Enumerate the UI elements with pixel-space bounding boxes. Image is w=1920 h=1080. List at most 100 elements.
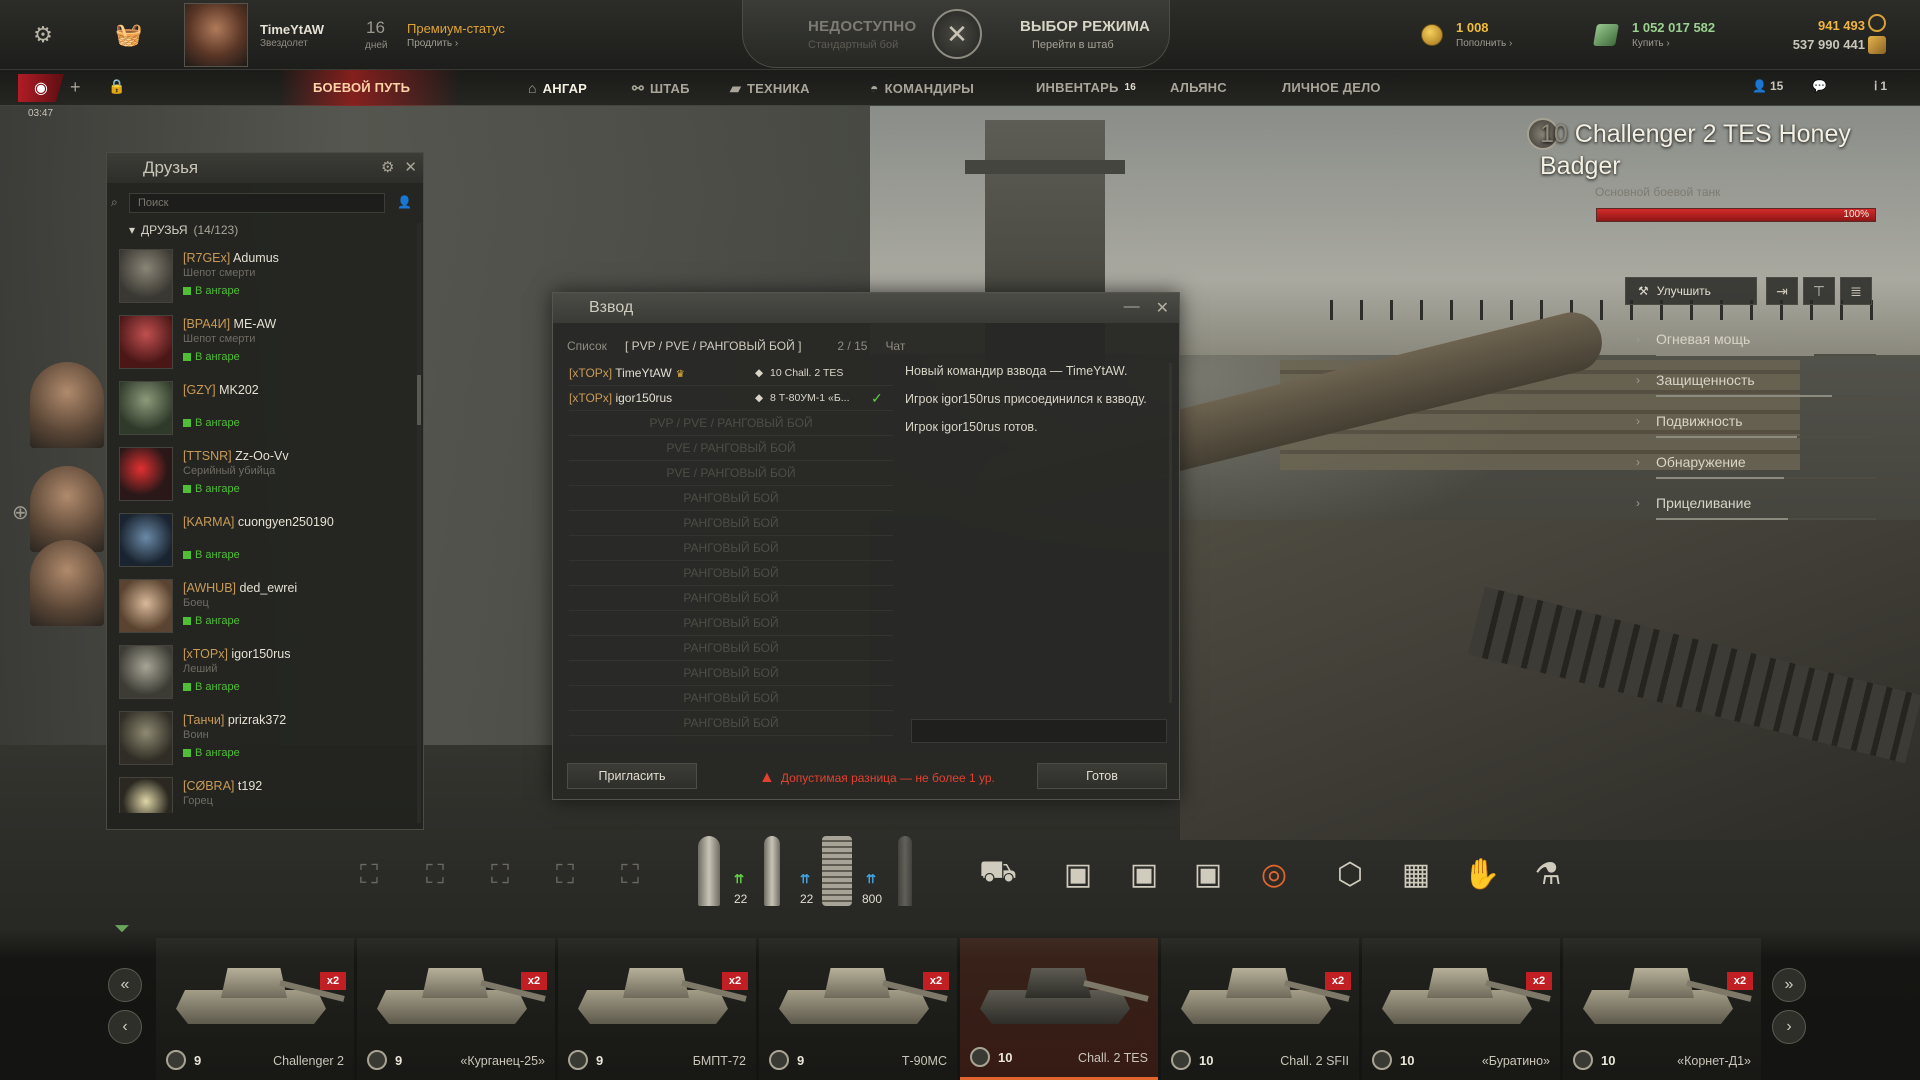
friend-row[interactable]: [TTSNR] Zz-Oo-Vv Серийный убийца В ангар… — [117, 443, 417, 509]
friend-row[interactable]: [R7GEx] Adumus Шепот смерти В ангаре — [117, 245, 417, 311]
target-icon[interactable]: ◎ — [1252, 852, 1296, 896]
empty-slot[interactable]: РАНГОВЫЙ БОЙ — [569, 486, 893, 511]
carousel-start-arrow[interactable]: « — [108, 968, 142, 1002]
mode-select-button[interactable]: ВЫБОР РЕЖИМА — [1020, 18, 1150, 35]
vehicle-card[interactable]: x2 10 «Корнет-Д1» — [1563, 938, 1761, 1080]
nav-hangar[interactable]: ⌂ АНГАР — [528, 80, 587, 96]
friend-row[interactable]: [ВРА4И] ME-AW Шепот смерти В ангаре — [117, 311, 417, 377]
details-button[interactable]: ≣ — [1840, 277, 1872, 305]
module-slot-icon[interactable]: ⛶ — [483, 858, 517, 892]
friend-row[interactable]: [CØBRA] t192 Горец — [117, 773, 417, 813]
add-friend-icon[interactable]: 👤 — [397, 195, 412, 209]
platoon-member-row[interactable]: [xTOPx] igor150rus ◆ 8 Т-80УМ-1 «Б... ✓ — [569, 386, 893, 411]
equipment-box-icon[interactable]: ▣ — [1056, 852, 1100, 896]
param-aiming[interactable]: › Прицеливание — [1636, 495, 1876, 511]
crew-commander-portrait[interactable] — [30, 362, 104, 448]
empty-slot[interactable]: РАНГОВЫЙ БОЙ — [569, 686, 893, 711]
module-slot-icon[interactable]: ⛶ — [418, 858, 452, 892]
shell-icon[interactable] — [698, 836, 720, 906]
platoon-header[interactable]: Взвод — ✕ — [553, 293, 1179, 323]
empty-slot[interactable]: РАНГОВЫЙ БОЙ — [569, 561, 893, 586]
vehicle-card[interactable]: x2 9 БМПТ-72 — [558, 938, 756, 1080]
empty-slot[interactable]: РАНГОВЫЙ БОЙ — [569, 611, 893, 636]
friend-row[interactable]: [KARMA] cuongyen250190 В ангаре — [117, 509, 417, 575]
friends-search-input[interactable]: Поиск — [129, 193, 385, 213]
vehicle-card[interactable]: x2 9 Т-90МС — [759, 938, 957, 1080]
vehicle-card[interactable]: x2 10 Chall. 2 SFII — [1161, 938, 1359, 1080]
premium-status[interactable]: Премиум-статус — [407, 21, 505, 36]
nav-profile[interactable]: ЛИЧНОЕ ДЕЛО — [1282, 80, 1381, 95]
friend-row[interactable]: [AWHUB] ded_ewrei Боец В ангаре — [117, 575, 417, 641]
nav-alliance[interactable]: АЛЬЯНС — [1170, 80, 1227, 95]
empty-slot[interactable]: PVE / РАНГОВЫЙ БОЙ — [569, 436, 893, 461]
platoon-member-row[interactable]: [xTOPx] TimeYtAW ♛ ◆ 10 Chall. 2 TES — [569, 361, 893, 386]
friends-counter-button[interactable]: 👤 15 — [1752, 79, 1783, 93]
module-slot-icon[interactable]: ⛶ — [613, 858, 647, 892]
close-icon[interactable]: ✕ — [1156, 298, 1169, 318]
mg-belt-icon[interactable] — [822, 836, 852, 906]
carousel-next-arrow[interactable]: › — [1772, 1010, 1806, 1044]
module-slot-icon[interactable]: ⛶ — [352, 858, 386, 892]
scroll-thumb[interactable] — [417, 375, 421, 425]
shop-basket-icon[interactable]: 🧺 — [114, 20, 144, 50]
carousel-prev-arrow[interactable]: ‹ — [108, 1010, 142, 1044]
empty-slot[interactable]: РАНГОВЫЙ БОЙ — [569, 661, 893, 686]
empty-slot[interactable]: РАНГОВЫЙ БОЙ — [569, 511, 893, 536]
param-protection[interactable]: › Защищенность — [1636, 372, 1876, 388]
player-avatar[interactable] — [184, 3, 248, 67]
nav-battle-pass[interactable]: БОЕВОЙ ПУТЬ — [313, 80, 410, 95]
module-slot-icon[interactable]: ⛶ — [548, 858, 582, 892]
equipment-box-icon[interactable]: ▣ — [1122, 852, 1166, 896]
empty-slot[interactable]: PVP / PVE / РАНГОВЫЙ БОЙ — [569, 411, 893, 436]
friend-row[interactable]: [GZY] MK202 В ангаре — [117, 377, 417, 443]
empty-slot[interactable]: РАНГОВЫЙ БОЙ — [569, 586, 893, 611]
fire-extinguisher-icon[interactable]: ⚗ — [1526, 852, 1570, 896]
nav-inventory[interactable]: ИНВЕНТАРЬ 16 — [1036, 80, 1136, 95]
chat-scrollbar[interactable] — [1169, 363, 1172, 703]
crew-driver-portrait[interactable] — [30, 540, 104, 626]
chat-input[interactable] — [911, 719, 1167, 743]
param-firepower[interactable]: › Огневая мощь — [1636, 331, 1876, 347]
empty-slot[interactable]: РАНГОВЫЙ БОЙ — [569, 536, 893, 561]
tab-chat[interactable]: Чат — [885, 339, 905, 353]
minimize-icon[interactable]: — — [1124, 298, 1140, 318]
friend-row[interactable]: [Танчи] prizrak372 Воин В ангаре — [117, 707, 417, 773]
empty-slot[interactable]: PVE / РАНГОВЫЙ БОЙ — [569, 461, 893, 486]
nav-tech[interactable]: ▰ ТЕХНИКА — [730, 80, 810, 97]
chat-button[interactable]: 💬 — [1812, 79, 1827, 93]
nav-commanders[interactable]: ◓ КОМАНДИРЫ — [870, 80, 974, 96]
equipment-box-icon[interactable]: ▣ — [1186, 852, 1230, 896]
param-mobility[interactable]: › Подвижность — [1636, 413, 1876, 429]
tank-upgrade-icon[interactable]: ⛟ — [976, 852, 1020, 896]
ammo-crate-icon[interactable]: ▦ — [1394, 852, 1438, 896]
battle-button[interactable]: ✕ — [932, 9, 982, 59]
nav-hq[interactable]: ⚯ ШТАБ — [632, 80, 690, 97]
gold-topup-link[interactable]: Пополнить › — [1456, 38, 1512, 49]
empty-shell-icon[interactable] — [898, 836, 912, 906]
notice-button[interactable]: ⅰ1 — [1874, 79, 1887, 93]
invite-button[interactable]: Пригласить — [567, 763, 697, 789]
vehicle-card-selected[interactable]: 10 Chall. 2 TES — [960, 938, 1158, 1080]
player-name[interactable]: TimeYtAW — [260, 22, 324, 37]
vehicle-card[interactable]: x2 10 «Буратино» — [1362, 938, 1560, 1080]
tab-list[interactable]: Список — [567, 339, 607, 353]
platoon-mode[interactable]: [ PVP / PVE / РАНГОВЫЙ БОЙ ] — [625, 339, 801, 353]
friends-settings-gear-icon[interactable]: ⚙ — [381, 158, 394, 176]
empty-slot[interactable]: РАНГОВЫЙ БОЙ — [569, 711, 893, 736]
ready-button[interactable]: Готов — [1037, 763, 1167, 789]
glove-icon[interactable]: ✋ — [1460, 852, 1504, 896]
settings-gear-icon[interactable]: ⚙ — [28, 20, 58, 50]
upgrade-button[interactable]: ⚒ Улучшить — [1625, 277, 1757, 305]
stats-button[interactable]: ⊤ — [1803, 277, 1835, 305]
mode-select-sub[interactable]: Перейти в штаб — [1032, 39, 1114, 51]
lock-icon[interactable]: 🔒 — [108, 78, 125, 95]
friends-group-header[interactable]: ▾ ДРУЗЬЯ (14/123) — [129, 223, 238, 237]
friends-panel-header[interactable]: Друзья ⚙ ✕ — [107, 153, 423, 183]
vehicle-card[interactable]: x2 9 Challenger 2 — [156, 938, 354, 1080]
vehicle-card[interactable]: x2 9 «Курганец-25» — [357, 938, 555, 1080]
friends-scrollbar[interactable] — [417, 223, 421, 823]
friend-row[interactable]: [xTOPx] igor150rus Леший В ангаре — [117, 641, 417, 707]
exit-button[interactable]: ⇥ — [1766, 277, 1798, 305]
empty-slot[interactable]: РАНГОВЫЙ БОЙ — [569, 636, 893, 661]
friends-close-icon[interactable]: ✕ — [404, 158, 417, 176]
